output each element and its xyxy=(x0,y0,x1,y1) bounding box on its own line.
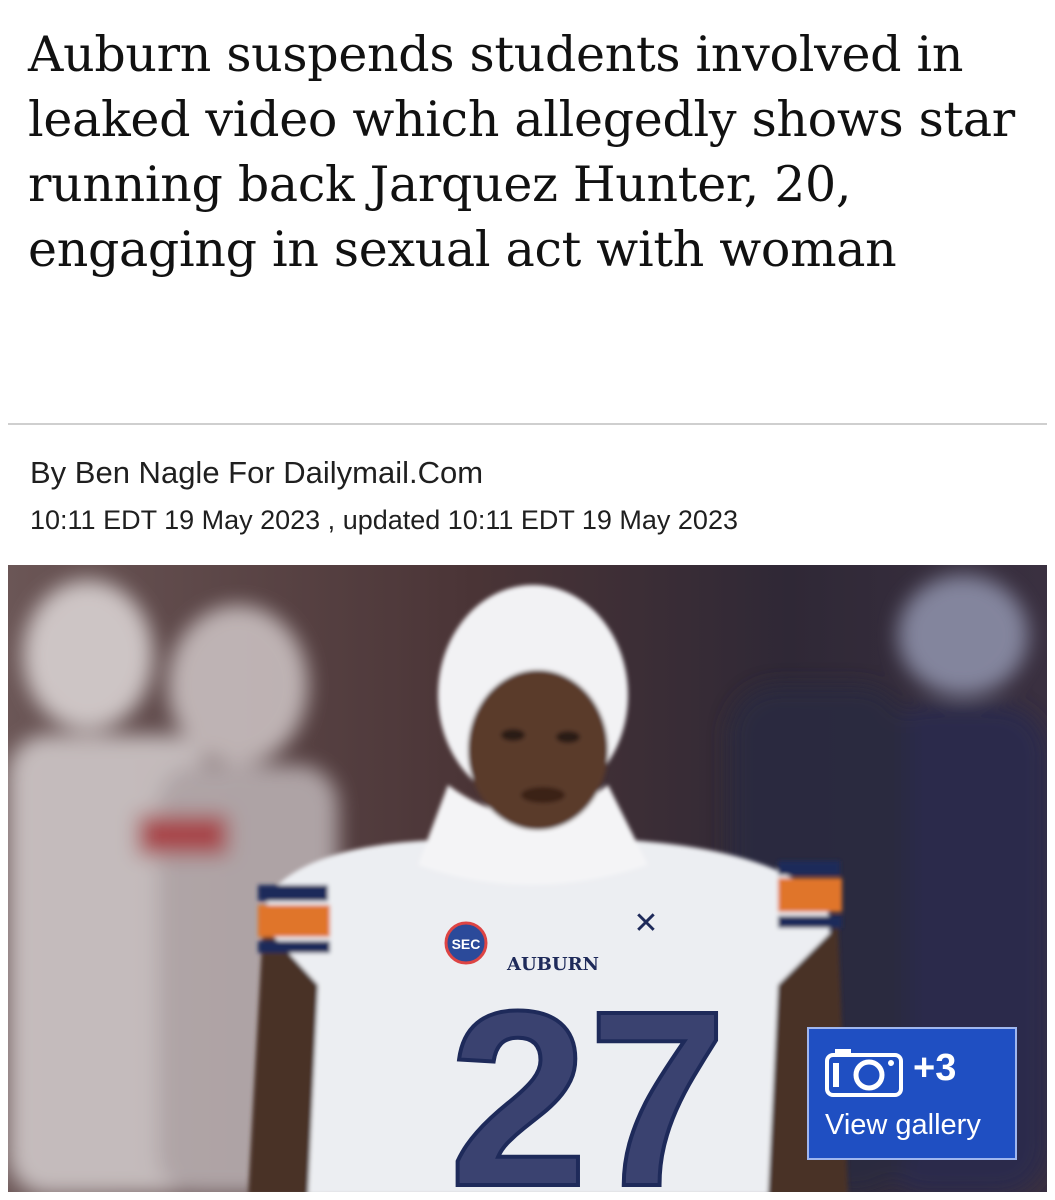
timestamp: 10:11 EDT 19 May 2023 , updated 10:11 ED… xyxy=(30,505,738,535)
divider xyxy=(8,423,1047,425)
brand-logo: ✕ xyxy=(633,906,658,941)
gallery-label: View gallery xyxy=(825,1109,981,1141)
jersey-number: 27 xyxy=(449,959,727,1192)
gallery-count: +3 xyxy=(913,1047,957,1089)
svg-text:SEC: SEC xyxy=(452,936,481,952)
byline[interactable]: By Ben Nagle For Dailymail.Com xyxy=(30,455,483,491)
camera-icon xyxy=(825,1047,903,1102)
headline: Auburn suspends students involved in lea… xyxy=(28,26,1015,278)
view-gallery-button[interactable]: +3 View gallery xyxy=(807,1027,1017,1160)
